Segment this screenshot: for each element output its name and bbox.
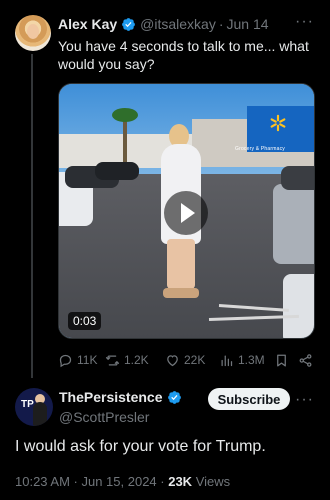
author-name[interactable]: ThePersistence (59, 389, 163, 405)
more-options-icon[interactable]: ··· (295, 391, 314, 409)
repost-button[interactable]: 1.2K (105, 353, 149, 368)
tweet-text: I would ask for your vote for Trump. (15, 438, 266, 455)
tweet-timestamp[interactable]: 10:23 AM · Jun 15, 2024 · (15, 474, 168, 489)
repost-count: 1.2K (124, 353, 149, 367)
author-handle[interactable]: @itsalexkay (140, 16, 216, 32)
repost-icon (105, 355, 120, 365)
like-count: 22K (184, 353, 206, 367)
store-logo-icon (270, 114, 286, 132)
bookmark-icon (277, 354, 286, 366)
play-button-icon[interactable] (164, 191, 208, 235)
store-sign: Grocery & Pharmacy (235, 146, 286, 152)
heart-icon (167, 354, 178, 366)
separator-dot: · (218, 16, 224, 32)
parked-car (283, 274, 314, 338)
tweet-actions: 11K 1.2K 22K 1.3M (58, 351, 318, 369)
views-label: Views (192, 474, 231, 489)
parked-car (273, 184, 314, 264)
video-duration: 0:03 (68, 312, 102, 330)
avatar[interactable] (15, 15, 51, 51)
avatar[interactable]: TP (15, 388, 53, 426)
subscribe-button[interactable]: Subscribe (208, 388, 290, 410)
tweet-alex-kay[interactable]: Alex Kay @itsalexkay · Jun 14 ··· You ha… (0, 0, 330, 378)
tweet-header: Alex Kay @itsalexkay · Jun 14 (58, 16, 269, 32)
verified-badge-icon (122, 17, 136, 31)
reply-icon (59, 354, 72, 367)
video-person-shoes (163, 288, 199, 298)
reply-button[interactable]: 11K (58, 353, 97, 368)
parked-car (95, 162, 139, 180)
reply-count: 11K (77, 353, 98, 367)
verified-badge-icon (167, 390, 181, 404)
video-person-legs (167, 239, 195, 289)
like-button[interactable]: 22K (165, 353, 205, 368)
palm-tree-top (112, 108, 138, 122)
bookmark-button[interactable] (274, 353, 289, 368)
analytics-bars-icon (221, 355, 233, 366)
video-player[interactable]: Grocery & Pharmacy 0:03 (58, 83, 315, 339)
views-button[interactable]: 1.3M (219, 353, 265, 368)
author-name-row: ThePersistence (59, 389, 186, 405)
share-icon (299, 353, 312, 367)
author-name[interactable]: Alex Kay (58, 16, 117, 32)
tweet-meta: 10:23 AM · Jun 15, 2024 · 23K Views (15, 474, 230, 489)
tweet-text: You have 4 seconds to talk to me... what… (58, 38, 309, 72)
more-options-icon[interactable]: ··· (295, 13, 314, 31)
thread-connector-line (31, 54, 33, 378)
views-count[interactable]: 23K (168, 474, 192, 489)
author-handle[interactable]: @ScottPresler (59, 409, 149, 425)
share-button[interactable] (298, 353, 313, 368)
views-count: 1.3M (238, 353, 265, 367)
parked-car (281, 166, 314, 190)
tweet-date[interactable]: Jun 14 (227, 16, 269, 32)
avatar-logo-text: TP (21, 399, 34, 410)
